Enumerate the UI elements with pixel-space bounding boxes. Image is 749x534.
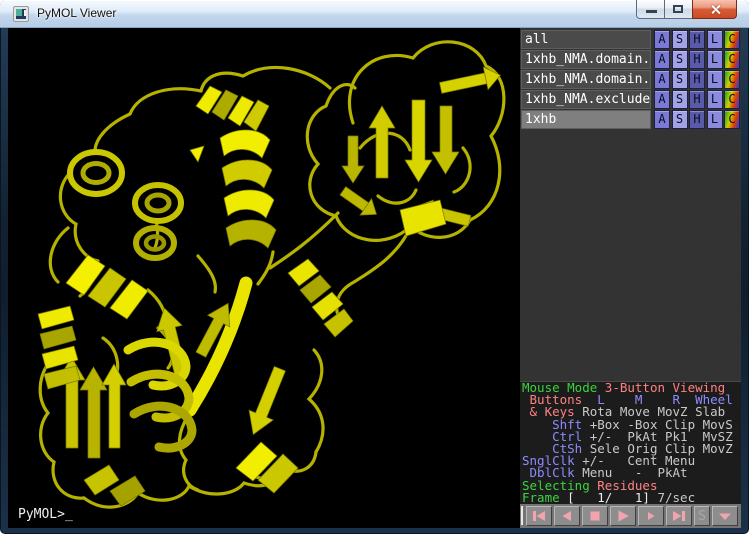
mouse-panel-text: 7/sec: [657, 490, 695, 505]
panel-button-h[interactable]: H: [689, 90, 705, 109]
object-name[interactable]: 1xhb_NMA.domain.: [521, 70, 651, 89]
go-to-end-icon: [667, 508, 691, 524]
stop-icon: [583, 508, 607, 524]
panel-button-c[interactable]: C: [724, 90, 740, 109]
panel-button-s[interactable]: S: [672, 50, 688, 69]
titlebar[interactable]: PyMOL Viewer: [0, 0, 749, 28]
caption-buttons: [636, 0, 737, 19]
panel-button-s[interactable]: S: [672, 70, 688, 89]
panel-button-l[interactable]: L: [707, 30, 723, 49]
step-back-icon: [555, 508, 579, 524]
object-action-buttons: ASHLC: [653, 30, 741, 49]
go-to-start-button[interactable]: [526, 506, 552, 526]
pymol-window: PyMOL Viewer: [0, 0, 749, 534]
panel-button-l[interactable]: L: [707, 90, 723, 109]
panel-button-l[interactable]: L: [707, 110, 723, 129]
panel-button-c[interactable]: C: [724, 30, 740, 49]
object-row: all ASHLC: [521, 30, 740, 49]
object-action-buttons: ASHLC: [653, 110, 741, 129]
object-action-buttons: ASHLC: [653, 70, 741, 89]
minimize-icon: [646, 10, 657, 13]
stop-button[interactable]: [582, 506, 608, 526]
app-icon-mark: [24, 10, 26, 16]
maximize-icon: [673, 5, 683, 13]
play-icon: [611, 508, 635, 524]
panel-button-c[interactable]: C: [724, 110, 740, 129]
panel-button-h[interactable]: H: [689, 50, 705, 69]
mouse-panel-line: Frame [ 1/ 1] 7/sec: [522, 492, 741, 504]
object-name[interactable]: all: [521, 30, 651, 49]
object-row: 1xhb_NMA.domain. ASHLC: [521, 50, 740, 69]
window-title: PyMOL Viewer: [37, 6, 116, 20]
vcr-controls: S: [520, 504, 741, 528]
mouse-panel-text: Frame: [522, 490, 567, 505]
menu-icon: [713, 508, 737, 524]
command-prompt[interactable]: PyMOL>_: [18, 507, 73, 522]
s-button[interactable]: S: [694, 506, 710, 526]
panel-button-a[interactable]: A: [654, 70, 670, 89]
object-name[interactable]: 1xhb_NMA.domain.: [521, 50, 651, 69]
protein-cartoon: [8, 28, 520, 528]
object-name[interactable]: 1xhb_NMA.exclude: [521, 90, 651, 109]
mouse-mode-panel[interactable]: Mouse Mode 3-Button Viewing Buttons L M …: [520, 381, 741, 504]
object-name[interactable]: 1xhb: [521, 110, 651, 129]
play-button[interactable]: [610, 506, 636, 526]
menu-button[interactable]: [712, 506, 738, 526]
step-forward-button[interactable]: [638, 506, 664, 526]
sidebar: all ASHLC 1xhb_NMA.domain. ASHLC 1xhb_NM…: [520, 28, 741, 528]
panel-button-s[interactable]: S: [672, 30, 688, 49]
app-icon[interactable]: [13, 6, 29, 22]
step-back-button[interactable]: [554, 506, 580, 526]
object-list: all ASHLC 1xhb_NMA.domain. ASHLC 1xhb_NM…: [521, 30, 740, 130]
panel-button-s[interactable]: S: [672, 110, 688, 129]
minimize-button[interactable]: [636, 0, 665, 19]
object-action-buttons: ASHLC: [653, 90, 741, 109]
go-to-end-button[interactable]: [666, 506, 692, 526]
panel-button-a[interactable]: A: [654, 90, 670, 109]
object-row: 1xhb ASHLC: [521, 110, 740, 129]
panel-button-c[interactable]: C: [724, 50, 740, 69]
panel-button-a[interactable]: A: [654, 30, 670, 49]
close-button[interactable]: [692, 0, 737, 19]
panel-button-l[interactable]: L: [707, 70, 723, 89]
mouse-panel-text: [ 1/ 1]: [567, 490, 657, 505]
panel-button-c[interactable]: C: [724, 70, 740, 89]
maximize-button[interactable]: [665, 0, 692, 19]
close-icon: [709, 3, 722, 16]
panel-button-a[interactable]: A: [654, 110, 670, 129]
panel-button-l[interactable]: L: [707, 50, 723, 69]
app-icon-accent: [16, 9, 22, 16]
panel-button-a[interactable]: A: [654, 50, 670, 69]
go-to-start-icon: [527, 508, 551, 524]
panel-button-h[interactable]: H: [689, 110, 705, 129]
panel-button-h[interactable]: H: [689, 70, 705, 89]
object-row: 1xhb_NMA.domain. ASHLC: [521, 70, 740, 89]
step-forward-icon: [639, 508, 663, 524]
viewport-3d[interactable]: PyMOL>_: [8, 28, 520, 528]
panel-button-s[interactable]: S: [672, 90, 688, 109]
s-button-label: S: [698, 509, 706, 524]
panel-button-h[interactable]: H: [689, 30, 705, 49]
object-row: 1xhb_NMA.exclude ASHLC: [521, 90, 740, 109]
client-area: PyMOL>_ all ASHLC 1xhb_NMA.domain. ASHLC…: [8, 28, 741, 528]
object-action-buttons: ASHLC: [653, 50, 741, 69]
